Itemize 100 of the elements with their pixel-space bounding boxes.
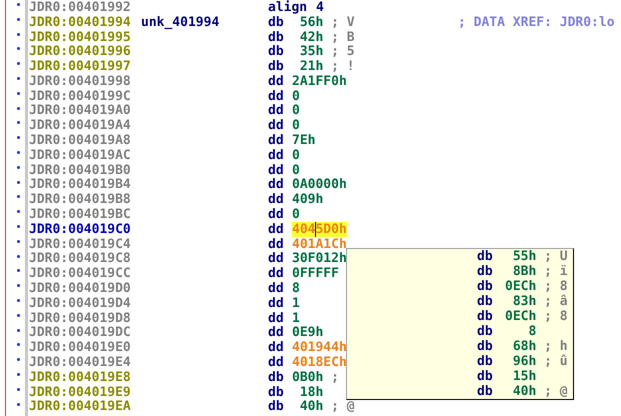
address-text: JDR0:004019A4 bbox=[29, 118, 132, 134]
address-text: JDR0:004019E9 bbox=[29, 384, 132, 400]
bullet-icon bbox=[17, 328, 20, 332]
address-text: JDR0:004019A8 bbox=[29, 133, 132, 148]
comment-text: ; â bbox=[544, 294, 568, 309]
operand-text: 0ECh bbox=[505, 279, 536, 294]
address-text: JDR0:004019C8 bbox=[29, 251, 132, 266]
address-text: JDR0:004019D8 bbox=[29, 310, 132, 326]
bullet-icon bbox=[17, 402, 20, 406]
operand-text: 0B0h bbox=[292, 370, 324, 385]
operand-text: 1 bbox=[292, 296, 300, 311]
mnemonic-text: dd bbox=[268, 103, 285, 118]
comment-text: ; B bbox=[331, 30, 355, 44]
operand-text: 21h bbox=[298, 59, 324, 74]
mnemonic-text: db bbox=[477, 279, 494, 294]
bullet-icon bbox=[17, 166, 20, 169]
operand-text: 4018ECh bbox=[292, 355, 347, 370]
operand-text: 409h bbox=[292, 192, 324, 208]
operand-text: 15h bbox=[512, 369, 536, 384]
xref-comment: ; DATA XREF: JDR0:lo bbox=[458, 14, 615, 30]
bullet-icon bbox=[17, 3, 20, 6]
comment-text: ; 8 bbox=[544, 309, 568, 324]
address-text: JDR0:004019B8 bbox=[29, 192, 132, 208]
mnemonic-text: dd bbox=[268, 340, 285, 356]
address-text: JDR0:004019D4 bbox=[29, 296, 132, 311]
mnemonic-text: db bbox=[268, 30, 285, 44]
comment-text: ; ï bbox=[544, 264, 568, 279]
address-text: JDR0:004019D0 bbox=[29, 281, 132, 296]
operand-text: 0 bbox=[292, 207, 300, 222]
operand-text: 1 bbox=[292, 310, 300, 326]
bullet-icon bbox=[17, 180, 20, 184]
address-text: JDR0:00401995 bbox=[29, 30, 132, 44]
bullet-icon bbox=[17, 240, 20, 243]
address-text: JDR0:004019C0 bbox=[29, 222, 132, 237]
operand-text: 4 bbox=[316, 0, 324, 15]
operand-text: 18h bbox=[298, 384, 324, 400]
operand-text: 0ECh bbox=[505, 309, 536, 324]
mnemonic-text: dd bbox=[268, 251, 285, 266]
mnemonic-text: db bbox=[477, 369, 494, 384]
mnemonic-text: dd bbox=[268, 281, 285, 296]
comment-text: ; 8 bbox=[544, 279, 568, 294]
mnemonic-text: db bbox=[268, 399, 285, 414]
address-text: JDR0:004019C4 bbox=[29, 236, 132, 252]
mnemonic-text: dd bbox=[268, 177, 285, 192]
bullet-icon bbox=[17, 136, 20, 140]
mnemonic-text: dd bbox=[268, 192, 285, 208]
address-text: JDR0:00401997 bbox=[29, 59, 132, 74]
bullet-icon bbox=[17, 343, 20, 346]
mnemonic-text: db bbox=[477, 324, 494, 339]
bullet-icon bbox=[17, 254, 20, 258]
mnemonic-text: db bbox=[268, 14, 285, 30]
mnemonic-text: dd bbox=[268, 222, 285, 237]
bullet-icon bbox=[17, 358, 20, 362]
bullet-icon bbox=[17, 150, 20, 154]
mnemonic-text: dd bbox=[268, 118, 285, 134]
mnemonic-text: db bbox=[268, 44, 285, 60]
mnemonic-text: db bbox=[477, 339, 494, 354]
operand-text: 68h bbox=[512, 339, 536, 354]
operand-text: 40h bbox=[512, 384, 536, 399]
operand-text: 83h bbox=[512, 294, 536, 309]
bullet-icon bbox=[17, 47, 20, 50]
mnemonic-text: dd bbox=[268, 207, 285, 222]
operand-text: 2A1FF0h bbox=[292, 74, 347, 89]
bullet-icon bbox=[17, 298, 20, 302]
bullet-icon bbox=[17, 18, 20, 21]
bullet-icon bbox=[17, 32, 20, 36]
mnemonic-text: db bbox=[477, 384, 494, 399]
mnemonic-text: dd bbox=[268, 148, 285, 163]
comment-text: ; @ bbox=[544, 384, 568, 399]
mnemonic-text: db bbox=[477, 249, 494, 264]
operand-text: 0E9h bbox=[292, 325, 324, 340]
mnemonic-text: db bbox=[268, 59, 285, 74]
operand-text: 8Bh bbox=[512, 264, 536, 279]
address-text: JDR0:004019EA bbox=[29, 399, 132, 414]
operand-text: 0 bbox=[292, 162, 300, 178]
comment-text: ; bbox=[331, 370, 339, 385]
mnemonic-text: dd bbox=[268, 266, 285, 282]
address-text: JDR0:004019B0 bbox=[29, 162, 132, 178]
bullet-icon bbox=[17, 372, 20, 376]
address-text: JDR0:004019E0 bbox=[29, 340, 132, 356]
operand-text: 56h bbox=[298, 14, 324, 30]
address-text: JDR0:004019E8 bbox=[29, 370, 132, 385]
operand-text: 0 bbox=[292, 118, 300, 134]
operand-text: 55h bbox=[512, 249, 536, 264]
operand-text: 7Eh bbox=[292, 133, 316, 148]
operand-text: 42h bbox=[298, 30, 324, 44]
mnemonic-text: dd bbox=[268, 355, 285, 370]
operand-text: 40h bbox=[298, 399, 324, 414]
mnemonic-text: db bbox=[477, 294, 494, 309]
comment-text: ; 5 bbox=[331, 44, 355, 60]
mnemonic-text: db bbox=[477, 309, 494, 324]
mnemonic-text: db bbox=[477, 354, 494, 369]
bullet-icon bbox=[17, 195, 20, 198]
address-text: JDR0:004019AC bbox=[29, 148, 132, 163]
comment-text: ; û bbox=[544, 354, 568, 369]
operand-text: 35h bbox=[298, 44, 324, 60]
mnemonic-text: db bbox=[268, 370, 285, 385]
operand-text: 0 bbox=[292, 103, 300, 118]
bullet-icon bbox=[17, 269, 20, 272]
address-text: JDR0:00401994 bbox=[29, 14, 132, 30]
